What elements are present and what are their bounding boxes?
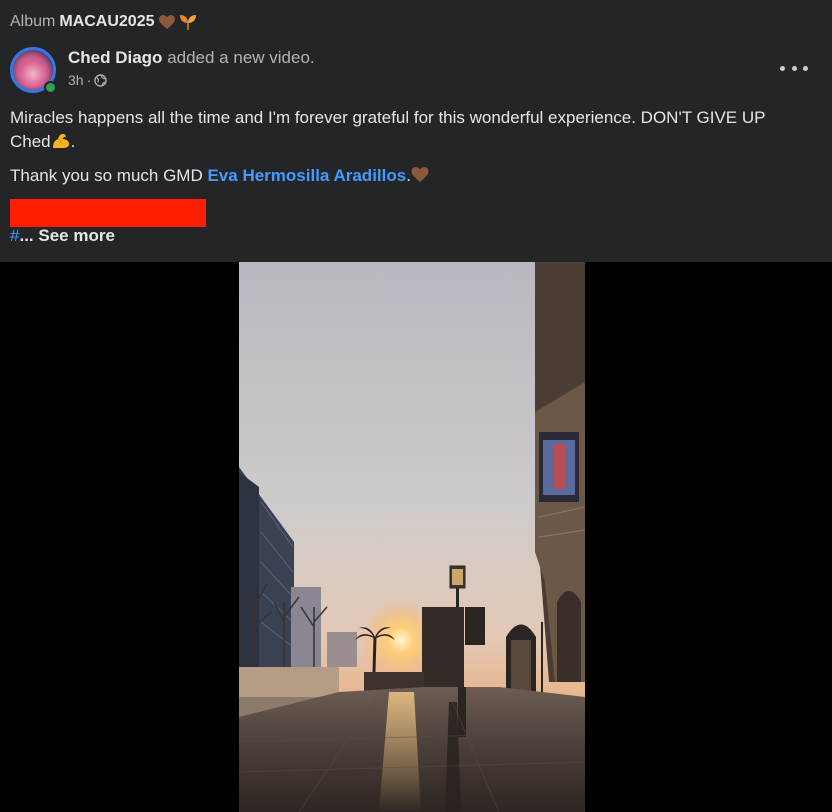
redacted-block (10, 199, 206, 227)
post-header: Album MACAU2025 Ched Diago added a new v… (0, 0, 832, 262)
post-meta: 3h · (68, 72, 107, 88)
dot-icon (803, 65, 808, 71)
ellipsis: ... (19, 226, 34, 245)
online-status-dot (44, 81, 57, 94)
post-time[interactable]: 3h (68, 72, 84, 88)
author-line: Ched Diago added a new video. (68, 48, 315, 68)
dot-icon (791, 65, 797, 71)
more-options-button[interactable] (780, 58, 808, 78)
post-paragraph-1: Miracles happens all the time and I'm fo… (10, 108, 766, 151)
video-player[interactable] (239, 262, 585, 812)
video-area (0, 262, 832, 812)
video-thumbnail (239, 262, 585, 812)
post-paragraph-2: Thank you so much GMD Eva Hermosilla Ara… (10, 164, 810, 188)
flexed-biceps-icon (52, 134, 69, 148)
see-more-line: #... See more (10, 226, 115, 246)
post-action: added a new video. (167, 48, 315, 67)
see-more-button[interactable]: See more (38, 226, 115, 245)
author-name[interactable]: Ched Diago (68, 48, 162, 67)
globe-icon (94, 73, 107, 87)
brown-heart-icon (158, 14, 175, 29)
meta-separator: · (86, 72, 92, 88)
brown-heart-icon (411, 167, 429, 182)
album-line: Album MACAU2025 (10, 13, 197, 31)
album-name[interactable]: MACAU2025 (59, 13, 154, 31)
leaf-icon (179, 15, 196, 30)
dot-icon (780, 65, 785, 71)
album-prefix: Album (10, 13, 56, 30)
avatar[interactable] (10, 47, 57, 94)
post-text: Miracles happens all the time and I'm fo… (10, 106, 810, 198)
mention-link[interactable]: Eva Hermosilla Aradillos (207, 166, 406, 185)
